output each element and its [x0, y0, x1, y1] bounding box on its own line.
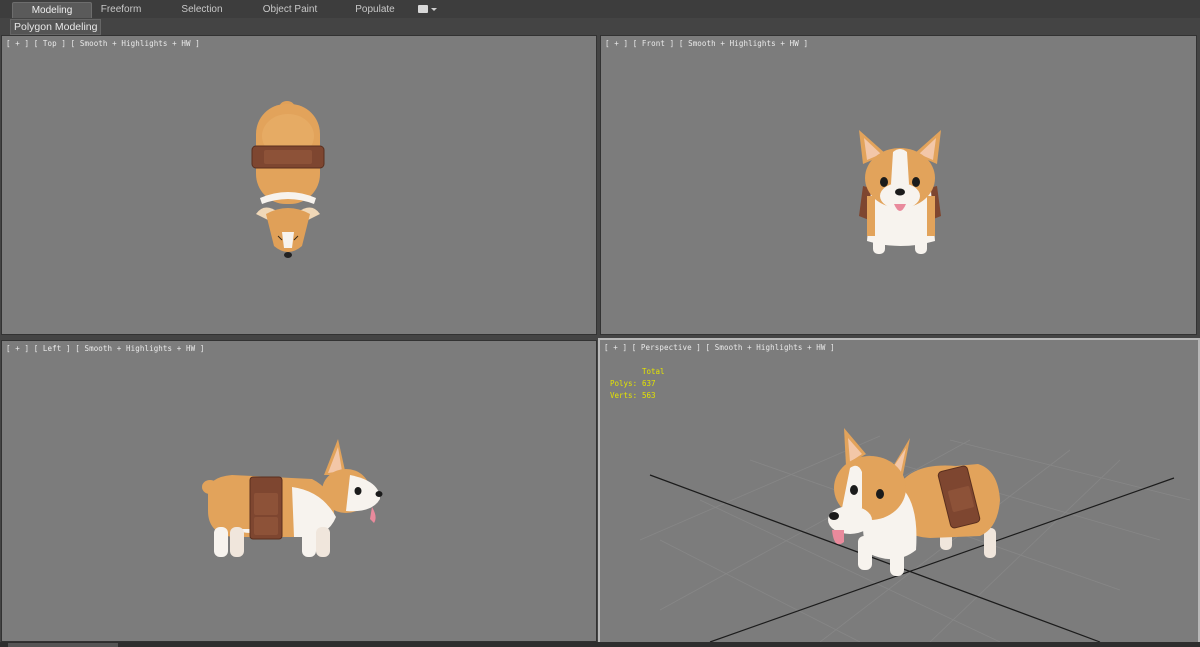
corgi-perspective-image	[828, 428, 1000, 576]
viewport-top[interactable]: [ + ] [ Top ] [ Smooth + Highlights + HW…	[1, 35, 597, 335]
corgi-left-view-image	[202, 439, 383, 557]
viewport-left[interactable]: [ + ] [ Left ] [ Smooth + Highlights + H…	[1, 340, 597, 642]
tab-selection[interactable]: Selection	[168, 2, 236, 17]
tab-modeling[interactable]: Modeling	[12, 2, 92, 18]
viewport-perspective[interactable]: [ + ] [ Perspective ] [ Smooth + Highlig…	[598, 338, 1200, 644]
status-strip-handle	[8, 643, 118, 647]
polygon-modeling-panel-label[interactable]: Polygon Modeling	[10, 19, 102, 35]
corgi-front-view-image	[859, 130, 941, 254]
corgi-top-view-image	[251, 101, 325, 258]
ribbon-options-dropdown[interactable]	[418, 4, 438, 15]
tab-freeform[interactable]: Freeform	[88, 2, 154, 17]
ribbon-tab-bar: Modeling Freeform Selection Object Paint…	[0, 0, 1200, 19]
tab-populate[interactable]: Populate	[344, 2, 406, 17]
ribbon-toggle-icon	[418, 5, 428, 13]
ribbon-panel: Polygon Modeling	[0, 18, 1200, 35]
tab-object-paint[interactable]: Object Paint	[252, 2, 328, 17]
status-strip	[0, 642, 1200, 647]
viewport-front[interactable]: [ + ] [ Front ] [ Smooth + Highlights + …	[600, 35, 1197, 335]
chevron-down-icon	[431, 8, 437, 11]
perspective-scene	[639, 428, 1191, 642]
